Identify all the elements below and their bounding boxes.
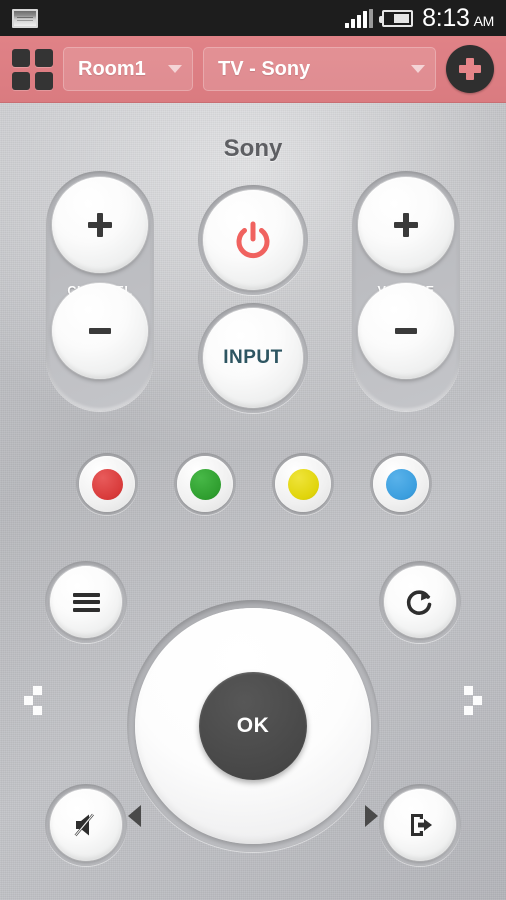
refresh-icon (406, 590, 432, 615)
screenshot-icon (12, 8, 38, 28)
volume-down-button[interactable] (358, 283, 454, 379)
battery-icon (379, 9, 414, 27)
grid-apps-icon[interactable] (12, 48, 53, 90)
remote-surface: Sony CHANNEL VOLUME (0, 103, 506, 900)
ok-button[interactable]: OK (199, 672, 307, 780)
room-selector-value: Room1 (78, 57, 146, 80)
yellow-dot-icon (287, 468, 319, 500)
refresh-button[interactable] (384, 566, 456, 638)
device-selector-value: TV - Sony (218, 57, 311, 80)
room-selector[interactable]: Room1 (63, 47, 193, 91)
status-bar-left (12, 8, 38, 28)
plus-icon (459, 58, 481, 80)
menu-button[interactable] (50, 566, 122, 638)
clock-time: 8:13 (422, 3, 470, 32)
clock-ampm: AM (473, 12, 495, 29)
color-button-blue[interactable] (373, 456, 429, 512)
page-next-icon[interactable] (460, 686, 486, 722)
plus-icon (88, 213, 112, 237)
ok-button-label: OK (236, 714, 270, 737)
chevron-down-icon (168, 65, 182, 73)
color-button-red[interactable] (79, 456, 135, 512)
color-button-yellow[interactable] (275, 456, 331, 512)
device-selector[interactable]: TV - Sony (203, 47, 436, 91)
mute-speaker-icon (74, 813, 94, 837)
exit-button[interactable] (384, 789, 456, 861)
red-dot-icon (91, 468, 123, 500)
mute-button[interactable] (50, 789, 122, 861)
color-button-green[interactable] (177, 456, 233, 512)
arrow-right-icon[interactable] (365, 805, 378, 827)
add-device-button[interactable] (446, 45, 494, 93)
page-prev-icon[interactable] (20, 686, 46, 722)
signal-bars-icon (345, 8, 374, 28)
minus-icon (89, 328, 111, 334)
volume-up-button[interactable] (358, 177, 454, 273)
status-bar-right: 8:13 AM (345, 4, 494, 33)
plus-icon (394, 213, 418, 237)
device-brand-label: Sony (223, 135, 283, 162)
channel-down-button[interactable] (52, 283, 148, 379)
input-button[interactable]: INPUT (203, 308, 303, 408)
channel-up-button[interactable] (52, 177, 148, 273)
chevron-down-icon (411, 65, 425, 73)
power-icon (236, 221, 270, 259)
status-bar-clock: 8:13 AM (422, 4, 494, 33)
input-button-label: INPUT (223, 347, 283, 368)
status-bar: 8:13 AM (0, 0, 506, 36)
app-header: Room1 TV - Sony (0, 36, 506, 103)
remote-control-app: 8:13AM Room1 TV - Sony Sony CHANNEL (0, 0, 506, 900)
blue-dot-icon (385, 468, 417, 500)
minus-icon (395, 328, 417, 334)
hamburger-menu-icon (72, 592, 100, 612)
arrow-left-icon[interactable] (128, 805, 141, 827)
power-button[interactable] (203, 190, 303, 290)
exit-icon (411, 814, 432, 836)
green-dot-icon (189, 468, 221, 500)
